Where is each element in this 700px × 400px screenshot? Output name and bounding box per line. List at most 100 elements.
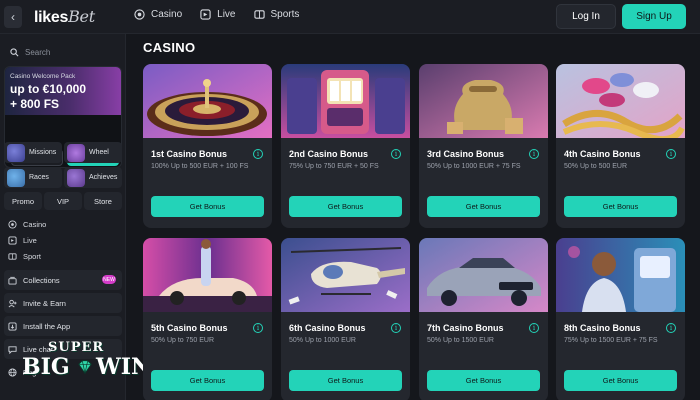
nav-sports[interactable]: Sports — [253, 9, 300, 20]
tile-missions[interactable]: Missions — [4, 142, 62, 163]
globe-icon — [8, 367, 17, 377]
get-bonus-button[interactable]: Get Bonus — [289, 370, 402, 391]
get-bonus-button[interactable]: Get Bonus — [151, 370, 264, 391]
sidebar-item-invite[interactable]: Invite & Earn — [4, 293, 122, 313]
search-placeholder: Search — [25, 47, 51, 57]
watermark-big: BIG — [22, 354, 70, 380]
get-bonus-button[interactable]: Get Bonus — [289, 196, 402, 217]
bonus-card: 6th Casino Bonus i 50% Up to 1000 EUR Ge… — [281, 238, 410, 400]
signup-button[interactable]: Sign Up — [622, 4, 686, 29]
missions-icon — [7, 143, 25, 162]
money-bag-image — [419, 64, 548, 138]
sidebar-item-casino[interactable]: Casino — [4, 216, 122, 232]
nav-live-label: Live — [217, 9, 236, 20]
tile-races[interactable]: Races — [4, 167, 62, 188]
bonus-card: 5th Casino Bonus i 50% Up to 750 EUR Get… — [143, 238, 272, 400]
woman-slot-image — [556, 238, 685, 312]
races-icon — [7, 168, 25, 187]
bonus-card: 8th Casino Bonus i 75% Up to 1500 EUR + … — [556, 238, 685, 400]
live-icon — [200, 9, 211, 20]
sports-car-image — [419, 238, 548, 312]
collections-label: Collections — [23, 275, 60, 285]
bonus-title: 7th Casino Bonus — [427, 323, 504, 333]
invite-label: Invite & Earn — [23, 298, 66, 308]
chip-icon — [134, 9, 145, 20]
bonus-description: 50% Up to 1000 EUR + 75 FS — [427, 163, 521, 170]
new-badge: NEW — [102, 275, 116, 284]
chevron-left-icon: ‹ — [11, 10, 15, 24]
vip-link[interactable]: VIP — [44, 192, 82, 210]
invite-icon — [8, 299, 17, 307]
install-label: Install the App — [23, 321, 71, 331]
tile-achieves[interactable]: Achieves — [64, 167, 122, 188]
top-bar: ‹ likesBet Casino Live Sports Log In Sig… — [0, 0, 700, 34]
bonus-title: 6th Casino Bonus — [289, 323, 366, 333]
bonus-title: 1st Casino Bonus — [151, 149, 228, 159]
promo-free-spins: + 800 FS — [10, 97, 60, 111]
collections-icon — [8, 276, 17, 285]
bonus-description: 50% Up to 500 EUR — [564, 163, 628, 170]
info-icon[interactable]: i — [391, 149, 401, 159]
nav-casino[interactable]: Casino — [134, 9, 182, 20]
super-big-win-watermark: SUPER BIG WIN — [20, 340, 151, 384]
chip-icon — [8, 219, 17, 229]
sidebar-item-live[interactable]: Live — [4, 232, 122, 248]
login-button[interactable]: Log In — [556, 4, 616, 29]
get-bonus-button[interactable]: Get Bonus — [564, 196, 677, 217]
casino-chips-image — [556, 64, 685, 138]
info-icon[interactable]: i — [253, 323, 263, 333]
feature-tiles: Missions Wheel Races Achieves — [4, 142, 122, 188]
nav-live[interactable]: Live — [200, 9, 236, 20]
nav-casino-label: Casino — [151, 9, 183, 20]
search-icon — [10, 47, 19, 56]
search-input[interactable]: Search — [4, 42, 122, 62]
get-bonus-button[interactable]: Get Bonus — [151, 196, 264, 217]
collapse-sidebar-button[interactable]: ‹ — [4, 6, 22, 28]
sidebar-item-install-app[interactable]: Install the App — [4, 316, 122, 336]
sidebar-item-casino-label: Casino — [23, 219, 47, 229]
promo-amount: up to €10,000 — [10, 82, 87, 96]
watermark-super: SUPER — [48, 340, 105, 355]
info-icon[interactable]: i — [666, 323, 676, 333]
get-bonus-button[interactable]: Get Bonus — [564, 370, 677, 391]
sidebar-item-live-label: Live — [23, 235, 37, 245]
info-icon[interactable]: i — [529, 323, 539, 333]
get-bonus-button[interactable]: Get Bonus — [427, 370, 540, 391]
helicopter-image — [281, 238, 410, 312]
bonus-description: 75% Up to 750 EUR + 50 FS — [289, 163, 379, 170]
info-icon[interactable]: i — [666, 149, 676, 159]
slot-machine-image — [281, 64, 410, 138]
tile-wheel[interactable]: Wheel — [64, 142, 122, 163]
tile-achieves-label: Achieves — [89, 174, 118, 181]
diamond-icon — [78, 360, 92, 375]
sports-icon — [8, 252, 17, 260]
bonus-card: 1st Casino Bonus i 100% Up to 500 EUR + … — [143, 64, 272, 228]
sidebar-item-collections[interactable]: Collections NEW — [4, 270, 122, 290]
luxury-car-woman-image — [143, 238, 272, 312]
live-icon — [8, 235, 17, 245]
bonus-title: 5th Casino Bonus — [151, 323, 228, 333]
logo[interactable]: likesBet — [34, 7, 95, 27]
bonus-description: 75% Up to 1500 EUR + 75 FS — [564, 337, 658, 344]
logo-text: likes — [34, 9, 69, 26]
promo-link[interactable]: Promo — [4, 192, 42, 210]
page-title: CASINO — [143, 40, 196, 55]
sidebar-item-sport[interactable]: Sport — [4, 248, 122, 264]
bonus-description: 100% Up to 500 EUR + 100 FS — [151, 163, 249, 170]
nav-sports-label: Sports — [270, 9, 300, 20]
info-icon[interactable]: i — [391, 323, 401, 333]
sidebar-item-sport-label: Sport — [23, 251, 41, 261]
promo-title: Casino Welcome Pack — [10, 73, 76, 80]
get-bonus-button[interactable]: Get Bonus — [427, 196, 540, 217]
wheel-icon — [67, 143, 85, 162]
bonus-card: 4th Casino Bonus i 50% Up to 500 EUR Get… — [556, 64, 685, 228]
bonus-title: 3rd Casino Bonus — [427, 149, 505, 159]
sidebar-menu: Casino Live Sport — [4, 216, 122, 264]
logo-accent-text: Bet — [68, 7, 95, 26]
info-icon[interactable]: i — [253, 149, 263, 159]
bonus-description: 50% Up to 1000 EUR — [289, 337, 356, 344]
roulette-image — [143, 64, 272, 138]
store-link[interactable]: Store — [84, 192, 122, 210]
info-icon[interactable]: i — [529, 149, 539, 159]
tile-missions-label: Missions — [29, 149, 57, 156]
